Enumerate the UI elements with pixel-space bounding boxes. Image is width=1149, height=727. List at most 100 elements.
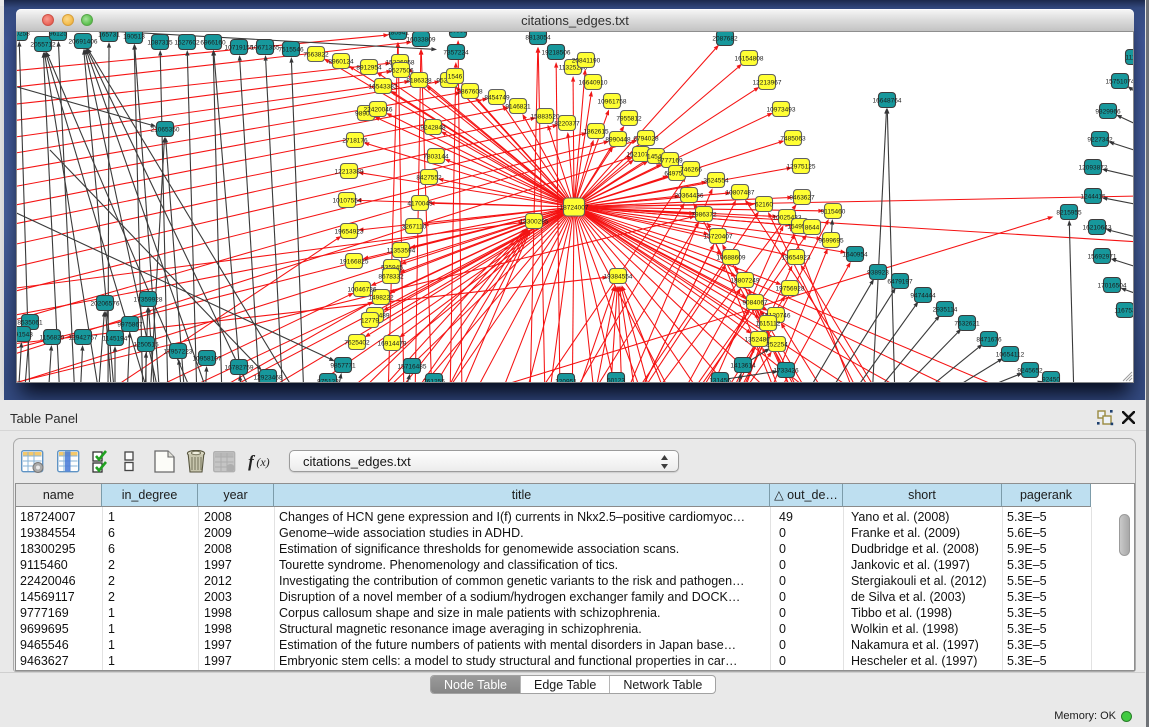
svg-text:1546: 1546: [448, 73, 463, 80]
svg-text:8912954: 8912954: [356, 64, 382, 71]
svg-text:17359928: 17359928: [134, 296, 163, 303]
svg-text:2087682: 2087682: [712, 35, 738, 42]
svg-text:50123: 50123: [607, 377, 625, 382]
svg-text:1362615: 1362615: [583, 128, 609, 135]
svg-text:12213967: 12213967: [753, 79, 782, 86]
svg-text:8535061: 8535061: [17, 319, 43, 326]
svg-text:2055712: 2055712: [30, 41, 56, 48]
svg-text:10688609: 10688609: [717, 254, 746, 261]
svg-text:8471676: 8471676: [976, 336, 1002, 343]
svg-text:120951: 120951: [555, 378, 577, 382]
svg-text:11353594: 11353594: [387, 247, 416, 254]
svg-text:9463627: 9463627: [789, 194, 815, 201]
svg-text:8644: 8644: [805, 224, 820, 231]
svg-text:21065350: 21065350: [151, 126, 180, 133]
svg-text:1640954: 1640954: [842, 251, 868, 258]
svg-text:1498222: 1498222: [368, 294, 394, 301]
svg-text:7625402: 7625402: [344, 339, 370, 346]
svg-text:1244415: 1244415: [1080, 193, 1106, 200]
svg-text:10807487: 10807487: [726, 189, 755, 196]
svg-text:10531: 10531: [449, 32, 467, 34]
svg-text:9146821: 9146821: [505, 103, 531, 110]
svg-text:15692971: 15692971: [1088, 253, 1117, 260]
svg-text:12942757: 12942757: [69, 334, 98, 341]
svg-text:8454749: 8454749: [484, 94, 510, 101]
svg-text:16210643: 16210643: [1083, 224, 1112, 231]
svg-text:7955812: 7955812: [616, 115, 642, 122]
svg-text:7485063: 7485063: [780, 135, 806, 142]
svg-text:20841190: 20841190: [572, 57, 601, 64]
svg-text:19218506: 19218506: [542, 49, 571, 56]
svg-text:20206576: 20206576: [91, 300, 120, 307]
svg-text:8960124: 8960124: [328, 58, 354, 65]
svg-text:10719155: 10719155: [225, 44, 254, 51]
svg-text:19166825: 19166825: [340, 258, 369, 265]
svg-text:9527506: 9527506: [388, 67, 414, 74]
svg-text:16914479: 16914479: [378, 340, 407, 347]
svg-text:8990448: 8990448: [605, 136, 631, 143]
svg-text:7357224: 7357224: [443, 49, 469, 56]
svg-text:8215955: 8215955: [1056, 209, 1082, 216]
svg-text:1527602: 1527602: [174, 39, 200, 46]
svg-text:938923: 938923: [867, 269, 889, 276]
svg-text:92450: 92450: [1042, 376, 1060, 382]
svg-text:9699695: 9699695: [818, 237, 844, 244]
svg-text:6479197: 6479197: [887, 278, 913, 285]
svg-text:f: f: [248, 452, 256, 471]
svg-text:18807249: 18807249: [731, 277, 760, 284]
svg-text:6966160: 6966160: [200, 39, 226, 46]
svg-text:96125: 96125: [49, 32, 67, 37]
svg-text:3624554: 3624554: [703, 177, 729, 184]
svg-text:131456: 131456: [709, 377, 731, 382]
svg-text:4170045: 4170045: [407, 200, 433, 207]
svg-text:9115460: 9115460: [821, 208, 846, 215]
svg-text:22420046: 22420046: [364, 106, 393, 113]
svg-text:9245652: 9245652: [1017, 367, 1043, 374]
svg-text:9329966: 9329966: [1095, 108, 1121, 115]
svg-text:(x): (x): [256, 455, 269, 469]
svg-text:18724007: 18724007: [560, 204, 589, 211]
svg-text:391543: 391543: [17, 331, 33, 338]
svg-text:210258: 210258: [17, 32, 30, 37]
svg-text:8186328: 8186328: [406, 77, 432, 84]
svg-text:165731: 165731: [98, 32, 120, 38]
svg-text:9857771: 9857771: [330, 362, 356, 369]
svg-text:116753: 116753: [1114, 307, 1133, 314]
svg-text:15716485: 15716485: [398, 363, 427, 370]
svg-text:15751074: 15751074: [1106, 78, 1133, 85]
svg-text:875123: 875123: [317, 378, 339, 382]
svg-text:190513: 190513: [123, 33, 145, 40]
svg-text:9227342: 9227342: [1087, 136, 1113, 143]
svg-text:2867608: 2867608: [457, 88, 483, 95]
svg-text:16154808: 16154808: [735, 55, 764, 62]
svg-text:1615112: 1615112: [756, 320, 781, 327]
svg-text:9975867: 9975867: [117, 321, 143, 328]
svg-text:11123: 11123: [1125, 54, 1133, 61]
svg-text:10958107: 10958107: [193, 355, 222, 362]
svg-text:19654923: 19654923: [335, 228, 364, 235]
svg-text:20364436: 20364436: [675, 192, 704, 199]
svg-text:17016504: 17016504: [1098, 282, 1127, 289]
svg-text:7986372: 7986372: [691, 211, 717, 218]
svg-text:19756928: 19756928: [776, 285, 805, 292]
svg-text:62160: 62160: [755, 201, 773, 208]
svg-text:8427552: 8427552: [416, 174, 442, 181]
svg-text:10973493: 10973493: [767, 106, 796, 113]
svg-text:7803144: 7803144: [423, 153, 449, 160]
svg-text:12093872: 12093872: [1079, 164, 1108, 171]
svg-text:9084067: 9084067: [742, 299, 768, 306]
svg-text:8220377: 8220377: [554, 120, 580, 127]
svg-text:7632621: 7632621: [954, 320, 980, 327]
svg-text:19654923: 19654923: [782, 254, 811, 261]
svg-text:16640910: 16640910: [579, 79, 608, 86]
svg-text:8678332: 8678332: [378, 273, 404, 280]
svg-text:20691406: 20691406: [69, 38, 98, 45]
svg-text:12779: 12779: [361, 317, 379, 324]
svg-text:2718176: 2718176: [342, 137, 368, 144]
svg-text:7663822: 7663822: [303, 51, 329, 58]
svg-text:16648764: 16648764: [873, 97, 902, 104]
svg-text:1413614: 1413614: [730, 362, 756, 369]
svg-text:252254: 252254: [766, 341, 788, 348]
svg-text:12213389: 12213389: [335, 168, 364, 175]
svg-text:3267110: 3267110: [402, 223, 427, 230]
